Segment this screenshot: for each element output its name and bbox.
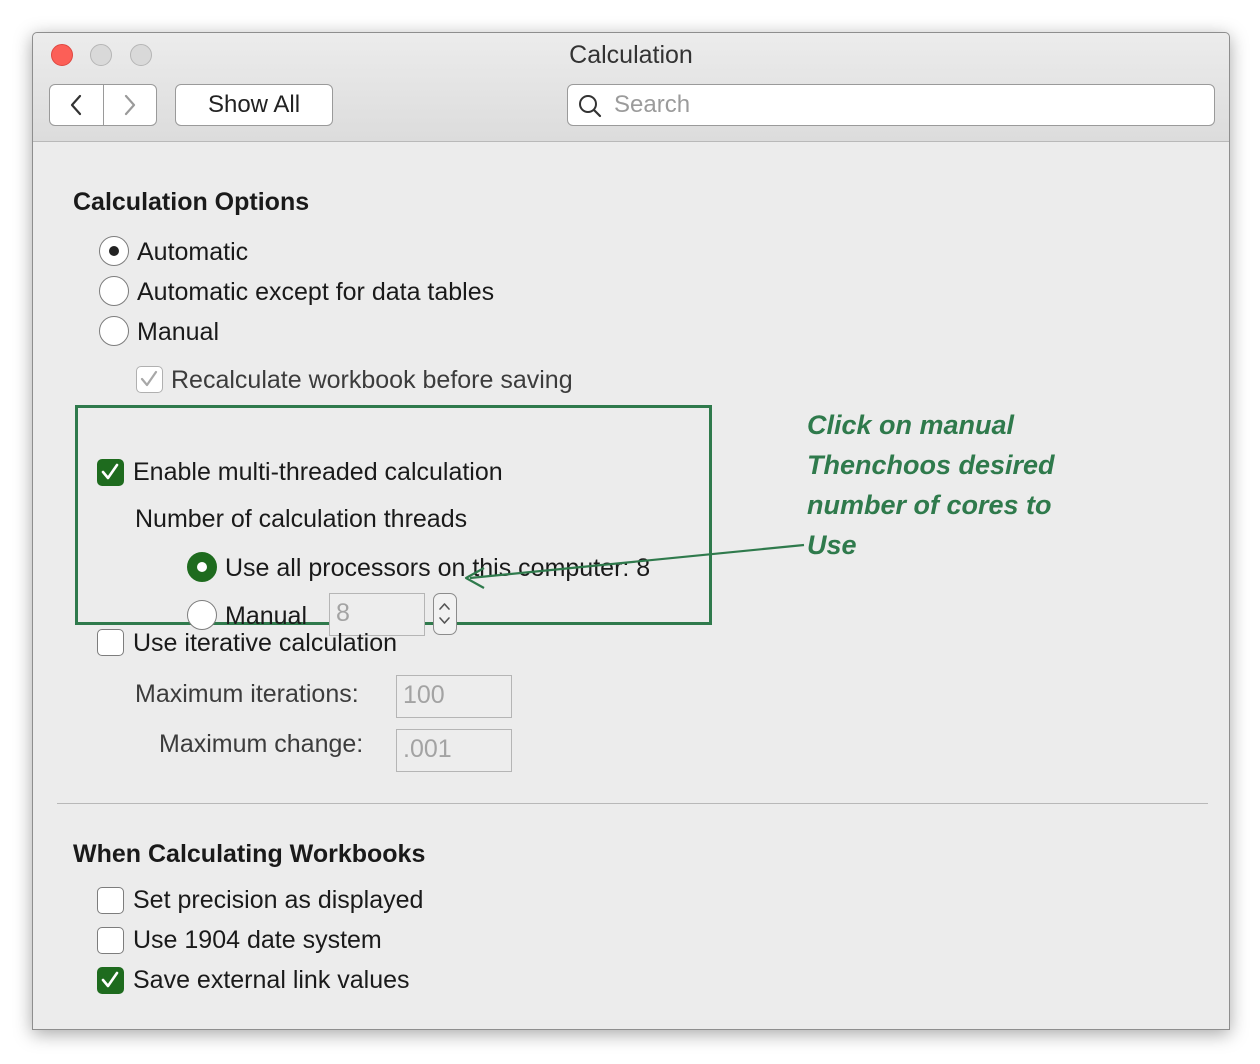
iterative-calculation-label: Use iterative calculation	[133, 629, 398, 657]
max-iterations-label: Maximum iterations:	[135, 680, 359, 708]
use-all-processors-radio[interactable]	[187, 552, 217, 582]
iterative-calculation-checkbox[interactable]	[97, 629, 124, 656]
thread-count-stepper[interactable]	[433, 593, 457, 635]
manual-threads-label: Manual	[225, 602, 307, 630]
navigation-group	[49, 84, 157, 126]
max-iterations-field[interactable]: 100	[396, 675, 512, 718]
max-change-label: Maximum change:	[159, 730, 364, 758]
calculation-options-heading: Calculation Options	[73, 188, 310, 216]
search-input[interactable]	[612, 89, 1196, 121]
automatic-label: Automatic	[137, 238, 249, 266]
multi-threaded-label: Enable multi-threaded calculation	[133, 458, 503, 486]
recalculate-before-saving-checkbox[interactable]	[136, 366, 163, 393]
forward-button[interactable]	[102, 85, 157, 125]
manual-calculation-radio[interactable]	[99, 316, 129, 346]
automatic-except-tables-radio[interactable]	[99, 276, 129, 306]
multi-threaded-checkbox[interactable]	[97, 459, 124, 486]
save-external-links-checkbox[interactable]	[97, 967, 124, 994]
precision-as-displayed-checkbox[interactable]	[97, 887, 124, 914]
chevron-left-icon	[71, 94, 82, 116]
preferences-content: Calculation Options Automatic Automatic …	[33, 141, 1229, 1029]
chevron-right-icon	[124, 94, 135, 116]
use-all-processors-label: Use all processors on this computer: 8	[225, 554, 651, 582]
date-system-1904-checkbox[interactable]	[97, 927, 124, 954]
automatic-radio[interactable]	[99, 236, 129, 266]
checkmark-icon	[101, 971, 119, 988]
search-field[interactable]	[567, 84, 1215, 126]
section-divider	[57, 803, 1208, 804]
recalculate-before-saving-label: Recalculate workbook before saving	[171, 366, 573, 394]
date-system-1904-label: Use 1904 date system	[133, 926, 382, 954]
show-all-button[interactable]: Show All	[175, 84, 333, 126]
annotation-line: Click on manual	[807, 410, 1015, 440]
annotation-line: number of cores to	[807, 490, 1052, 520]
manual-threads-radio[interactable]	[187, 600, 217, 630]
max-change-field[interactable]: .001	[396, 729, 512, 772]
checkmark-icon	[101, 463, 119, 480]
search-icon	[579, 95, 602, 118]
automatic-except-tables-label: Automatic except for data tables	[137, 278, 495, 306]
save-external-links-label: Save external link values	[133, 966, 410, 994]
annotation-line: Thenchoos desired	[807, 450, 1055, 480]
checkmark-icon	[140, 370, 158, 387]
annotation-line: Use	[807, 530, 857, 560]
window-title: Calculation	[569, 41, 693, 69]
calculation-threads-label: Number of calculation threads	[135, 505, 468, 533]
title-bar: Calculation Show All	[33, 33, 1229, 142]
annotation-text: Click on manual Thenchoos desired number…	[807, 405, 1107, 565]
precision-as-displayed-label: Set precision as displayed	[133, 886, 424, 914]
stepper-arrows-icon	[439, 603, 450, 624]
back-button[interactable]	[50, 85, 103, 125]
calculation-preferences-window: Calculation Show All Calculation	[32, 32, 1230, 1030]
manual-calculation-label: Manual	[137, 318, 219, 346]
workbooks-heading: When Calculating Workbooks	[73, 840, 426, 868]
